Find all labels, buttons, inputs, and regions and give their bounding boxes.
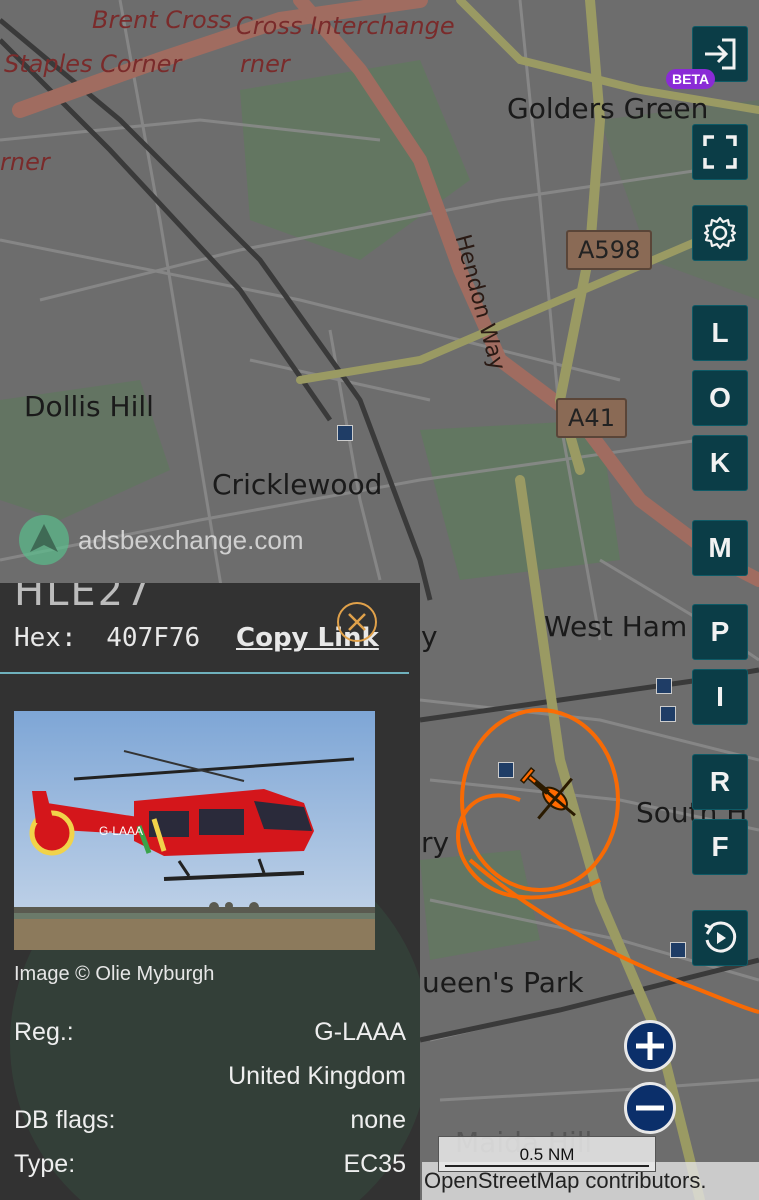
- reg-value: G-LAAA: [314, 1018, 406, 1046]
- adsbexchange-watermark: adsbexchange.com: [18, 514, 303, 566]
- minus-icon: [636, 1105, 664, 1111]
- scale-bar: [445, 1165, 649, 1167]
- zoom-out-button[interactable]: [624, 1082, 676, 1134]
- type-label: Type:: [14, 1150, 76, 1178]
- station-marker: [498, 762, 514, 778]
- sign-in-icon: [705, 38, 736, 70]
- map-label-queens-park: ueen's Park: [422, 966, 584, 999]
- road-shield-a598: A598: [566, 230, 653, 270]
- station-marker: [670, 942, 686, 958]
- layer-toggle-p[interactable]: P: [692, 604, 748, 660]
- zoom-in-button[interactable]: [624, 1020, 676, 1072]
- map-label-y: y: [421, 620, 438, 653]
- map-label-rner-left: rner: [0, 148, 50, 176]
- layer-toggle-f[interactable]: F: [692, 819, 748, 875]
- image-credit[interactable]: Image © Olie Myburgh: [14, 963, 214, 986]
- map-label-cricklewood: Cricklewood: [212, 468, 383, 501]
- station-marker: [337, 425, 353, 441]
- reg-label: Reg.:: [14, 1018, 74, 1046]
- map-label-cross-interchange: Cross Interchange: [236, 12, 455, 40]
- fullscreen-icon: [703, 135, 737, 169]
- map-label-staples-corner: Staples Corner: [4, 50, 182, 78]
- close-icon: [348, 613, 366, 631]
- gear-icon: [703, 216, 737, 250]
- aircraft-photo[interactable]: G-LAAA: [14, 711, 375, 950]
- map-label-ry: ry: [421, 826, 450, 859]
- road-shield-a41: A41: [556, 398, 627, 438]
- photo-reg-text: G-LAAA: [99, 824, 143, 838]
- replay-button[interactable]: [692, 910, 748, 966]
- helicopter-photo: G-LAAA: [14, 711, 375, 950]
- aircraft-info-panel: HLE27 Hex: 407F76 Copy Link G-LAAA Image…: [0, 583, 420, 1200]
- layer-toggle-l[interactable]: L: [692, 305, 748, 361]
- db-flags-label: DB flags:: [14, 1106, 116, 1134]
- station-marker: [656, 678, 672, 694]
- type-value: EC35: [343, 1150, 406, 1178]
- settings-button[interactable]: [692, 205, 748, 261]
- map-scale: 0.5 NM: [438, 1136, 656, 1172]
- map-label-brent-cross: Brent Cross: [92, 6, 232, 34]
- hex-label: Hex:: [14, 623, 77, 653]
- layer-toggle-o[interactable]: O: [692, 370, 748, 426]
- helicopter-icon[interactable]: [516, 766, 588, 826]
- layer-toggle-m[interactable]: M: [692, 520, 748, 576]
- db-flags-value: none: [350, 1106, 406, 1134]
- layer-toggle-i[interactable]: I: [692, 669, 748, 725]
- map-label-dollis-hill: Dollis Hill: [24, 390, 154, 423]
- beta-badge: BETA: [666, 69, 716, 89]
- hex-value: 407F76: [106, 623, 201, 653]
- map-label-golders-green: Golders Green: [507, 92, 709, 125]
- fullscreen-button[interactable]: [692, 124, 748, 180]
- close-button[interactable]: [337, 602, 377, 642]
- layer-toggle-k[interactable]: K: [692, 435, 748, 491]
- country-value: United Kingdom: [228, 1062, 406, 1090]
- map-label-west-hampstead: West Ham: [544, 610, 688, 643]
- map-label-rner: rner: [240, 50, 290, 78]
- layer-toggle-r[interactable]: R: [692, 754, 748, 810]
- station-marker: [660, 706, 676, 722]
- watermark-text: adsbexchange.com: [78, 524, 304, 555]
- scale-label: 0.5 NM: [519, 1145, 575, 1164]
- adsbexchange-logo-icon: [19, 515, 69, 565]
- callsign: HLE27: [14, 583, 153, 615]
- plus-icon: [636, 1032, 664, 1060]
- hex-row: Hex: 407F76: [14, 623, 200, 653]
- replay-icon: [704, 921, 737, 953]
- panel-divider: [0, 672, 409, 674]
